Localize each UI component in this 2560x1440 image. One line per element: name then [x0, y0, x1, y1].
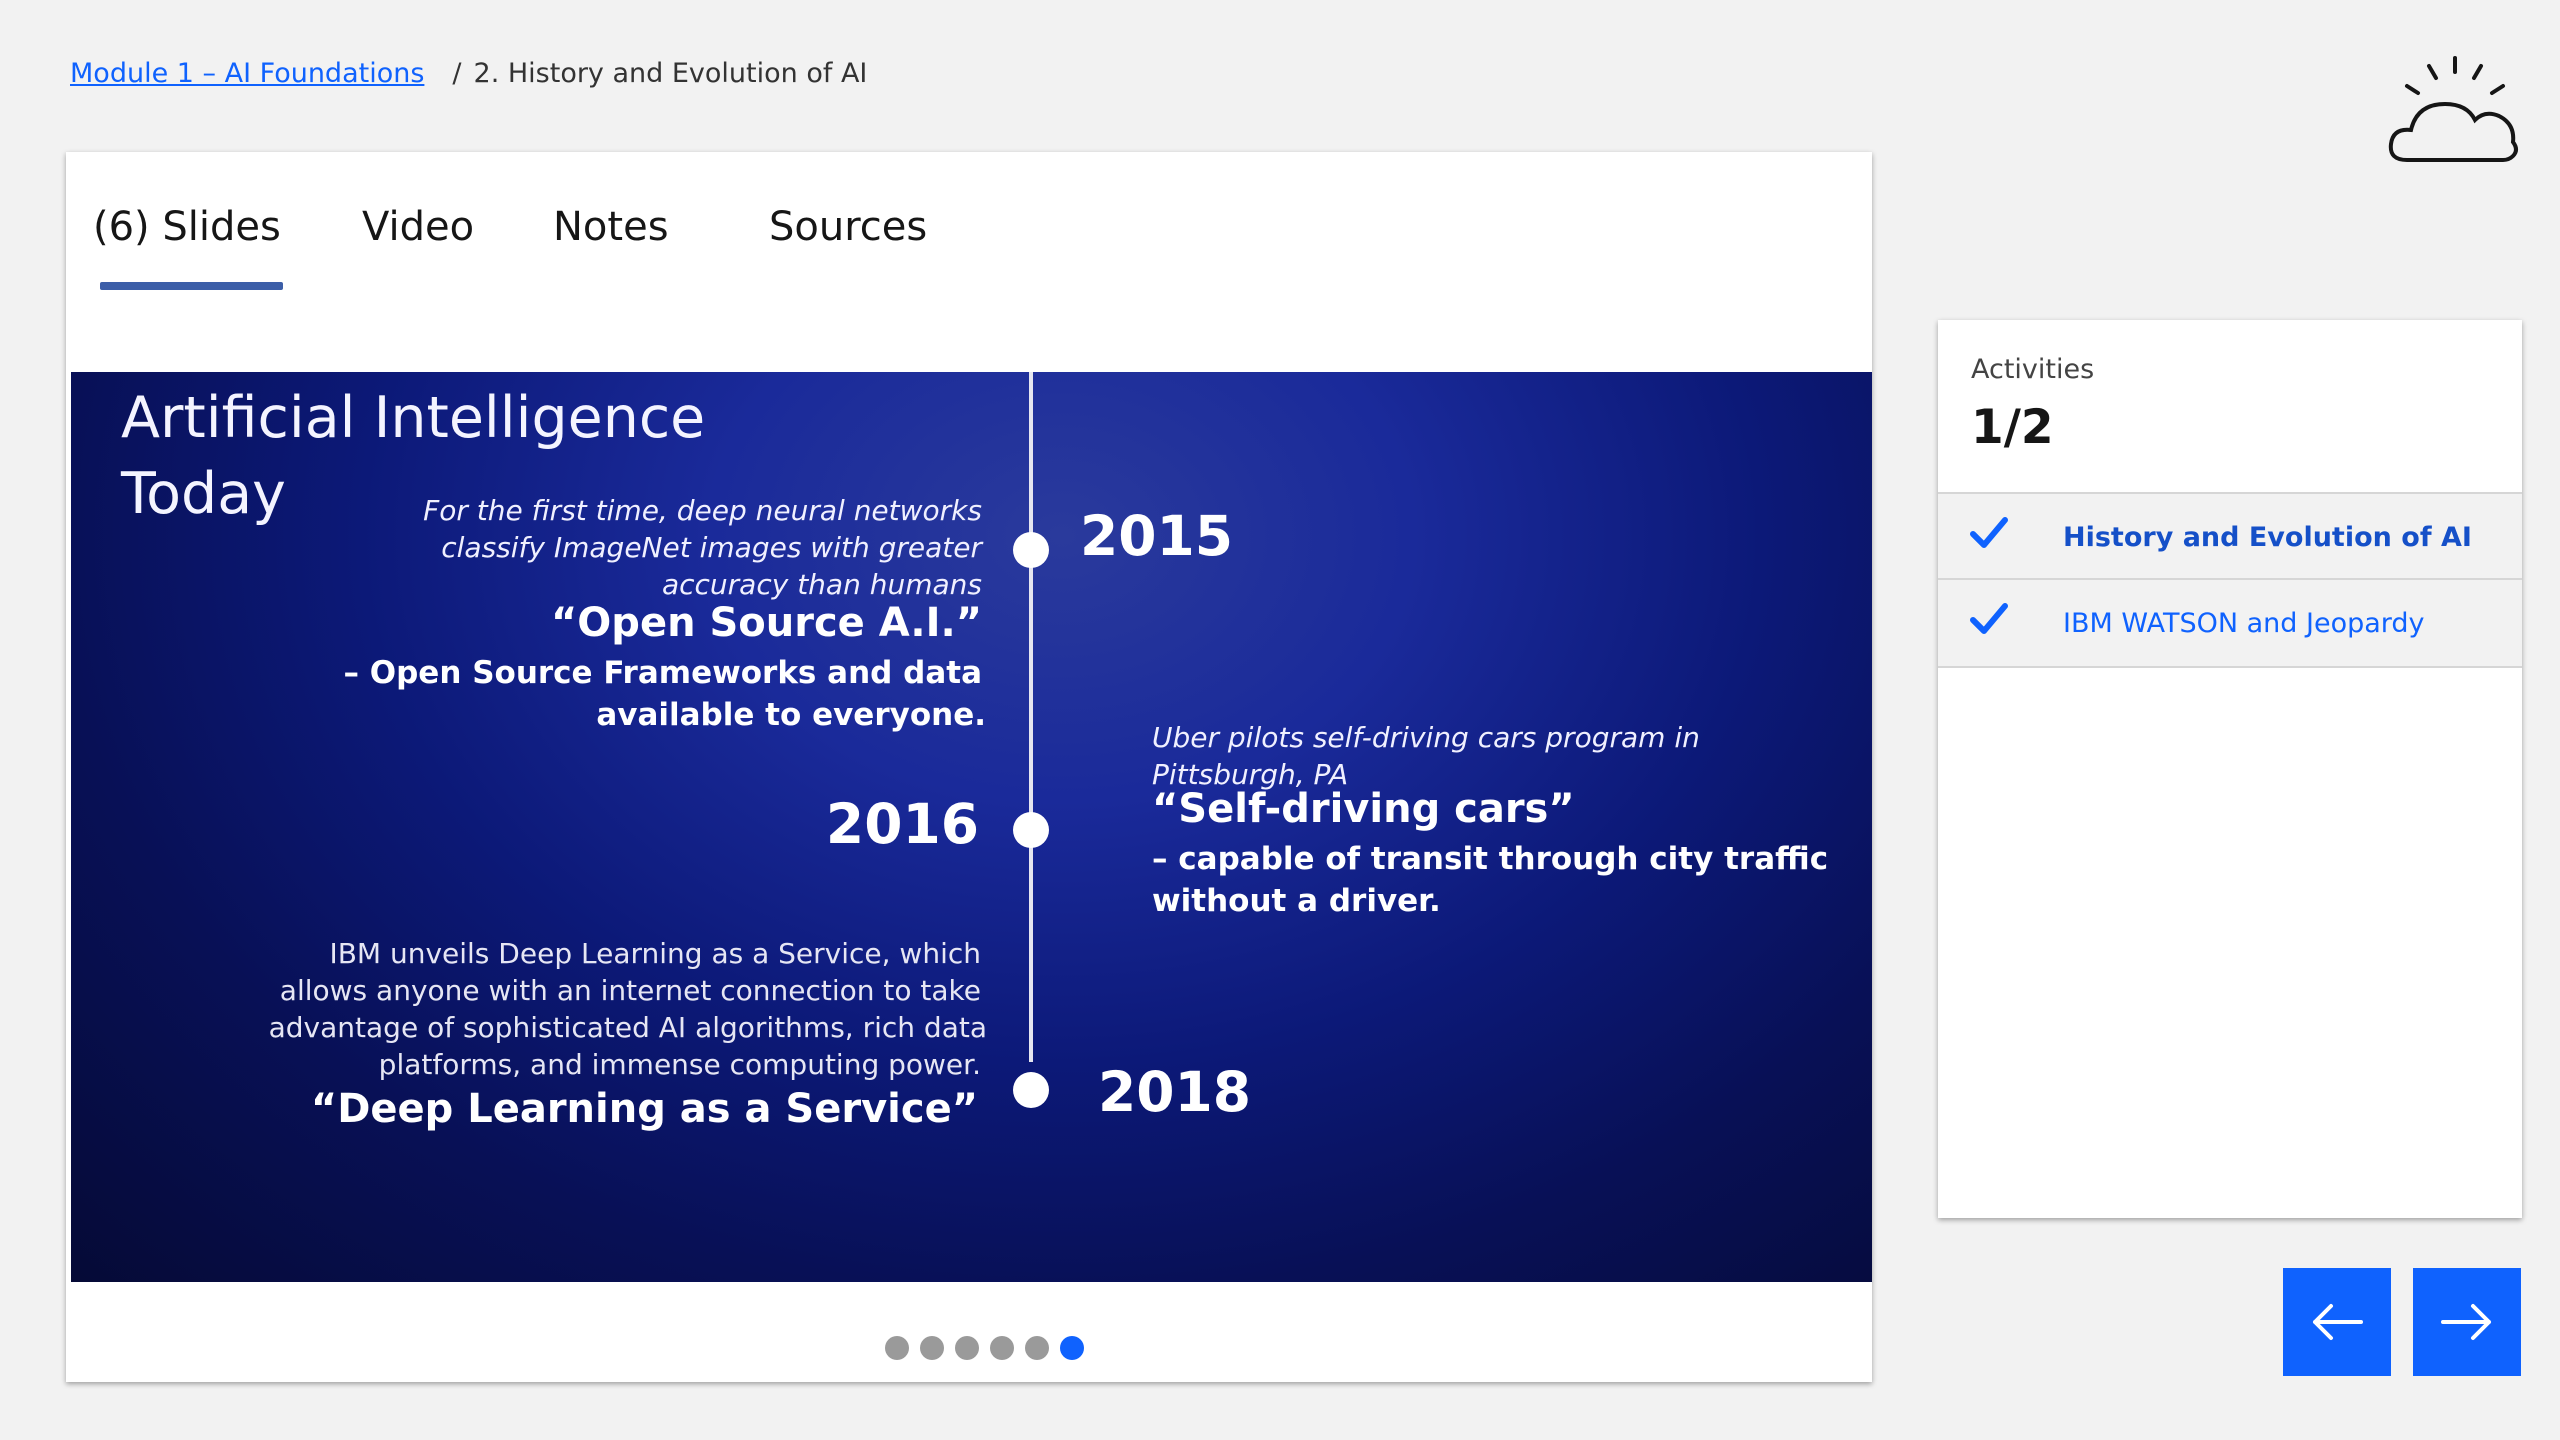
slide-view: Artificial Intelligence Today 2015 For t… — [71, 372, 1872, 1282]
event-2015-description: For the first time, deep neural networks… — [423, 494, 982, 601]
timeline-dot-2018 — [1013, 1072, 1049, 1108]
event-2015-quote: “Open Source A.I.” — [551, 600, 982, 646]
next-button[interactable] — [2413, 1268, 2521, 1376]
previous-button[interactable] — [2283, 1268, 2391, 1376]
active-tab-indicator — [100, 282, 283, 290]
event-2018-quote: “Deep Learning as a Service” — [310, 1086, 978, 1132]
slide-dot-2[interactable] — [920, 1336, 944, 1360]
year-2018: 2018 — [1098, 1060, 1252, 1124]
event-2015-sub-2: available to everyone. — [596, 697, 986, 733]
event-2015-sub-1: – Open Source Frameworks and data — [343, 655, 982, 691]
slide-pagination — [885, 1336, 1084, 1360]
event-2016-sub-1: – capable of transit through city traffi… — [1152, 841, 1829, 877]
activity-item-label: IBM WATSON and Jeopardy — [2063, 608, 2425, 639]
event-2016-description-1: Uber pilots self-driving cars program in — [1152, 721, 1700, 754]
activity-item-watson[interactable]: IBM WATSON and Jeopardy — [1938, 578, 2522, 668]
slide-dot-3[interactable] — [955, 1336, 979, 1360]
activity-item-history[interactable]: History and Evolution of AI — [1938, 492, 2522, 580]
year-2016: 2016 — [825, 792, 979, 856]
tab-bar: (6) Slides Video Notes Sources — [66, 152, 1872, 372]
arrow-left-icon — [2313, 1304, 2363, 1340]
timeline-line — [1029, 372, 1033, 1062]
breadcrumb-module-link[interactable]: Module 1 – AI Foundations — [70, 58, 424, 89]
timeline-dot-2015 — [1013, 532, 1049, 568]
checkmark-icon — [1970, 517, 2008, 548]
breadcrumb: Module 1 – AI Foundations / 2. History a… — [70, 58, 867, 89]
event-2018-description-2: allows anyone with an internet connectio… — [279, 974, 981, 1007]
year-2015: 2015 — [1080, 504, 1234, 568]
activities-label: Activities — [1971, 354, 2095, 385]
slide-dot-5[interactable] — [1025, 1336, 1049, 1360]
tab-video[interactable]: Video — [362, 204, 474, 250]
event-2016-sub-2: without a driver. — [1152, 883, 1441, 919]
arrow-right-icon — [2441, 1304, 2491, 1340]
event-2018-description-1: IBM unveils Deep Learning as a Service, … — [329, 937, 981, 970]
slide-dot-1[interactable] — [885, 1336, 909, 1360]
checkmark-icon — [1970, 603, 2008, 634]
activity-item-label: History and Evolution of AI — [2063, 522, 2472, 553]
event-2016-quote: “Self-driving cars” — [1152, 786, 1575, 832]
event-2018-description-3: advantage of sophisticated AI algorithms… — [268, 1011, 987, 1044]
breadcrumb-current: 2. History and Evolution of AI — [473, 58, 868, 89]
tab-sources[interactable]: Sources — [769, 204, 927, 250]
breadcrumb-separator: / — [452, 58, 462, 89]
slide-dot-4[interactable] — [990, 1336, 1014, 1360]
timeline-dot-2016 — [1013, 812, 1049, 848]
activities-panel: Activities 1/2 History and Evolution of … — [1938, 320, 2522, 1218]
content-card: (6) Slides Video Notes Sources Artificia… — [66, 152, 1872, 1382]
slide-dot-6[interactable] — [1060, 1336, 1084, 1360]
tab-notes[interactable]: Notes — [553, 204, 669, 250]
tab-slides[interactable]: (6) Slides — [93, 204, 281, 250]
event-2018-description-4: platforms, and immense computing power. — [378, 1048, 981, 1081]
activities-count: 1/2 — [1971, 400, 2054, 455]
ibm-cloud-icon — [2385, 50, 2525, 170]
